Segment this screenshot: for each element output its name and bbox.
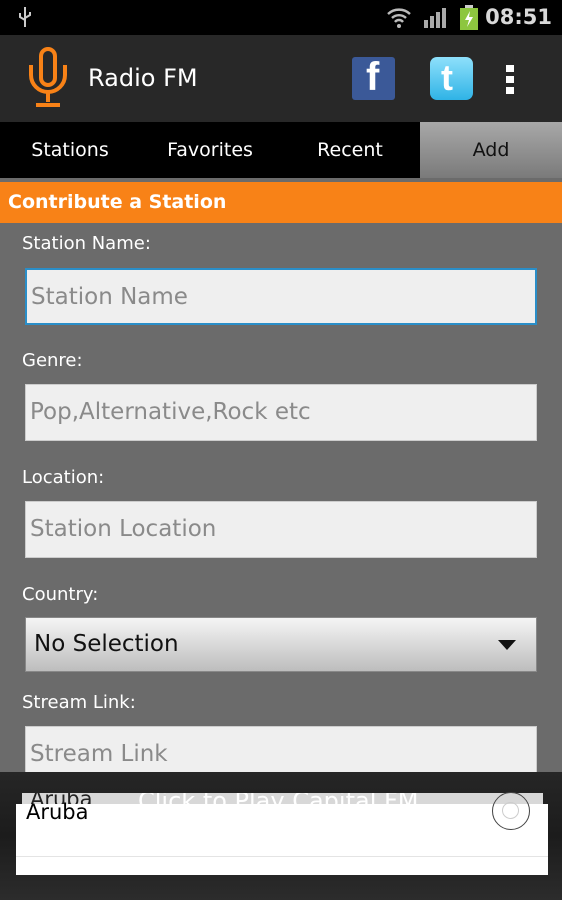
tab-recent[interactable]: Recent [280,122,420,178]
tab-stations[interactable]: Stations [0,122,140,178]
usb-icon [19,7,31,27]
stream-link-label: Stream Link: [22,692,136,713]
tab-add[interactable]: Add [420,122,562,178]
genre-label: Genre: [22,350,83,371]
signal-icon [424,8,446,28]
tab-bar: Stations Favorites Recent Add [0,122,562,178]
twitter-icon[interactable]: t [430,57,473,100]
facebook-icon[interactable]: f [352,55,395,100]
station-name-input[interactable]: Station Name [25,268,537,325]
list-item[interactable]: Aruba [16,792,548,856]
station-name-label: Station Name: [22,233,151,254]
location-input[interactable]: Station Location [25,501,537,558]
section-header: Contribute a Station [0,182,562,223]
divider [16,856,548,857]
genre-input[interactable]: Pop,Alternative,Rock etc [25,384,537,441]
wifi-icon [387,8,411,28]
tab-favorites[interactable]: Favorites [140,122,280,178]
overflow-menu-icon[interactable] [506,65,514,95]
list-item-label: Aruba [26,800,89,824]
battery-charging-icon [460,5,478,30]
country-select[interactable]: No Selection [25,617,537,672]
dropdown-arrow-icon [498,640,516,650]
clock: 08:51 [485,5,552,29]
app-title: Radio FM [88,64,198,92]
action-bar: Radio FM f t [0,35,562,122]
radio-button[interactable] [492,792,530,830]
country-dialog-list: Aruba [16,792,548,875]
country-value: No Selection [34,631,179,657]
country-label: Country: [22,584,99,605]
status-bar: 08:51 [0,0,562,35]
microphone-icon [29,47,67,107]
location-label: Location: [22,467,105,488]
